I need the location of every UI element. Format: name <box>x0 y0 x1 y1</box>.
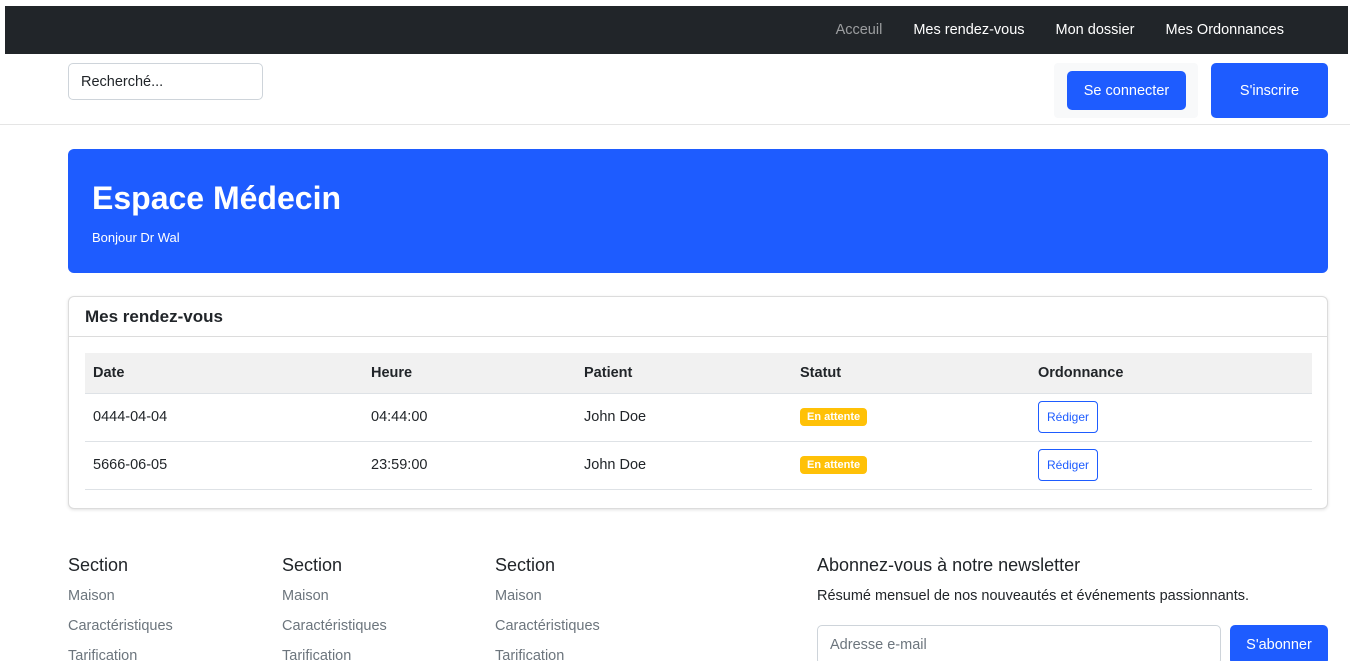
top-navbar: Acceuil Mes rendez-vous Mon dossier Mes … <box>5 6 1348 54</box>
cell-time: 23:59:00 <box>363 441 576 490</box>
write-prescription-button[interactable]: Rédiger <box>1038 449 1099 481</box>
greeting-text: Bonjour Dr Wal <box>92 230 180 246</box>
footer-link-features[interactable]: Caractéristiques <box>282 618 387 634</box>
footer-section-1: Section Maison Caractéristiques Tarifica… <box>68 555 173 661</box>
search-input[interactable] <box>68 63 263 100</box>
footer-link-pricing[interactable]: Tarification <box>282 648 387 661</box>
nav-link-accueil[interactable]: Acceuil <box>836 22 883 38</box>
column-header-status: Statut <box>792 353 1030 394</box>
footer-section-title: Section <box>282 555 343 575</box>
cell-patient: John Doe <box>576 441 792 490</box>
column-header-date: Date <box>85 353 363 394</box>
nav-link-mes-ordonnances[interactable]: Mes Ordonnances <box>1166 22 1284 38</box>
footer-link-home[interactable]: Maison <box>282 588 387 604</box>
newsletter-title: Abonnez-vous à notre newsletter <box>817 555 1081 575</box>
login-button-wrapper: Se connecter <box>1054 63 1198 118</box>
footer-link-pricing[interactable]: Tarification <box>495 648 600 661</box>
appointments-card: Mes rendez-vous Date Heure Patient Statu… <box>68 296 1328 509</box>
footer-link-home[interactable]: Maison <box>495 588 600 604</box>
footer-link-features[interactable]: Caractéristiques <box>495 618 600 634</box>
column-header-time: Heure <box>363 353 576 394</box>
page-title: Espace Médecin <box>92 180 341 216</box>
footer-section-2: Section Maison Caractéristiques Tarifica… <box>282 555 387 661</box>
cell-status: En attente <box>792 441 1030 490</box>
cell-status: En attente <box>792 393 1030 442</box>
login-button[interactable]: Se connecter <box>1067 71 1186 110</box>
footer-link-pricing[interactable]: Tarification <box>68 648 173 661</box>
footer-section-title: Section <box>495 555 556 575</box>
hero-banner: Espace Médecin Bonjour Dr Wal <box>68 149 1328 273</box>
cell-date: 5666-06-05 <box>85 441 363 490</box>
newsletter-section: Abonnez-vous à notre newsletter Résumé m… <box>817 555 1328 661</box>
subscribe-button[interactable]: S'abonner <box>1230 625 1328 661</box>
header-bar: Se connecter S'inscrire <box>0 54 1350 125</box>
footer-section-3: Section Maison Caractéristiques Tarifica… <box>495 555 600 661</box>
table-header-row: Date Heure Patient Statut Ordonnance <box>85 353 1312 394</box>
footer-link-home[interactable]: Maison <box>68 588 173 604</box>
email-input[interactable] <box>817 625 1221 661</box>
cell-action: Rédiger <box>1030 441 1312 490</box>
cell-patient: John Doe <box>576 393 792 442</box>
table-row: 5666-06-05 23:59:00 John Doe En attente … <box>85 441 1312 490</box>
nav-link-mes-rendez-vous[interactable]: Mes rendez-vous <box>913 22 1024 38</box>
signup-button[interactable]: S'inscrire <box>1211 63 1328 118</box>
status-badge: En attente <box>800 408 868 426</box>
newsletter-description: Résumé mensuel de nos nouveautés et évén… <box>817 588 1250 604</box>
table-row: 0444-04-04 04:44:00 John Doe En attente … <box>85 393 1312 442</box>
write-prescription-button[interactable]: Rédiger <box>1038 401 1099 433</box>
card-title: Mes rendez-vous <box>69 297 1327 337</box>
footer-section-title: Section <box>68 555 129 575</box>
cell-date: 0444-04-04 <box>85 393 363 442</box>
footer-link-features[interactable]: Caractéristiques <box>68 618 173 634</box>
status-badge: En attente <box>800 456 868 474</box>
column-header-prescription: Ordonnance <box>1030 353 1312 394</box>
nav-link-mon-dossier[interactable]: Mon dossier <box>1056 22 1135 38</box>
cell-time: 04:44:00 <box>363 393 576 442</box>
appointments-table: Date Heure Patient Statut Ordonnance 044… <box>85 353 1312 490</box>
column-header-patient: Patient <box>576 353 792 394</box>
cell-action: Rédiger <box>1030 393 1312 442</box>
